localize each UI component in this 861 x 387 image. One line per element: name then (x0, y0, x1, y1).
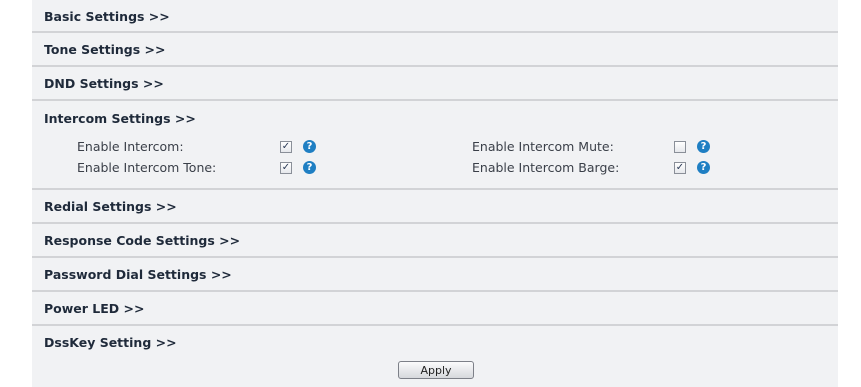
section-response-code-settings: Response Code Settings >> (32, 224, 838, 258)
section-header-power-led[interactable]: Power LED >> (32, 292, 838, 324)
enable-intercom-barge-help-icon[interactable]: ? (697, 161, 710, 174)
apply-button[interactable]: Apply (398, 361, 474, 379)
section-dsskey-setting: DssKey Setting >> (32, 326, 838, 358)
enable-intercom-mute-checkbox[interactable] (674, 141, 686, 153)
section-header-dsskey-setting[interactable]: DssKey Setting >> (32, 326, 838, 358)
enable-intercom-barge-checkbox[interactable]: ✓ (674, 162, 686, 174)
section-header-dnd-settings[interactable]: DND Settings >> (32, 67, 838, 99)
settings-panel: Basic Settings >> Tone Settings >> DND S… (32, 0, 838, 387)
section-header-response-code-settings[interactable]: Response Code Settings >> (32, 224, 838, 256)
enable-intercom-barge-label: Enable Intercom Barge: (472, 160, 620, 175)
section-header-intercom-settings[interactable]: Intercom Settings >> (32, 101, 838, 133)
section-tone-settings: Tone Settings >> (32, 33, 838, 67)
section-redial-settings: Redial Settings >> (32, 190, 838, 224)
section-dnd-settings: DND Settings >> (32, 67, 838, 101)
enable-intercom-label: Enable Intercom: (77, 139, 184, 154)
section-header-tone-settings[interactable]: Tone Settings >> (32, 33, 838, 65)
section-basic-settings: Basic Settings >> (32, 0, 838, 33)
enable-intercom-mute-label: Enable Intercom Mute: (472, 139, 614, 154)
enable-intercom-mute-help-icon[interactable]: ? (697, 140, 710, 153)
section-header-password-dial-settings[interactable]: Password Dial Settings >> (32, 258, 838, 290)
enable-intercom-tone-help-icon[interactable]: ? (303, 161, 316, 174)
intercom-options: Enable Intercom: ✓ ? Enable Intercom Mut… (32, 133, 838, 188)
enable-intercom-checkbox[interactable]: ✓ (280, 141, 292, 153)
section-power-led: Power LED >> (32, 292, 838, 326)
section-intercom-settings: Intercom Settings >> Enable Intercom: ✓ … (32, 101, 838, 190)
enable-intercom-tone-checkbox[interactable]: ✓ (280, 162, 292, 174)
section-header-basic-settings[interactable]: Basic Settings >> (32, 0, 838, 31)
section-header-redial-settings[interactable]: Redial Settings >> (32, 190, 838, 222)
enable-intercom-tone-label: Enable Intercom Tone: (77, 160, 217, 175)
enable-intercom-help-icon[interactable]: ? (303, 140, 316, 153)
section-password-dial-settings: Password Dial Settings >> (32, 258, 838, 292)
